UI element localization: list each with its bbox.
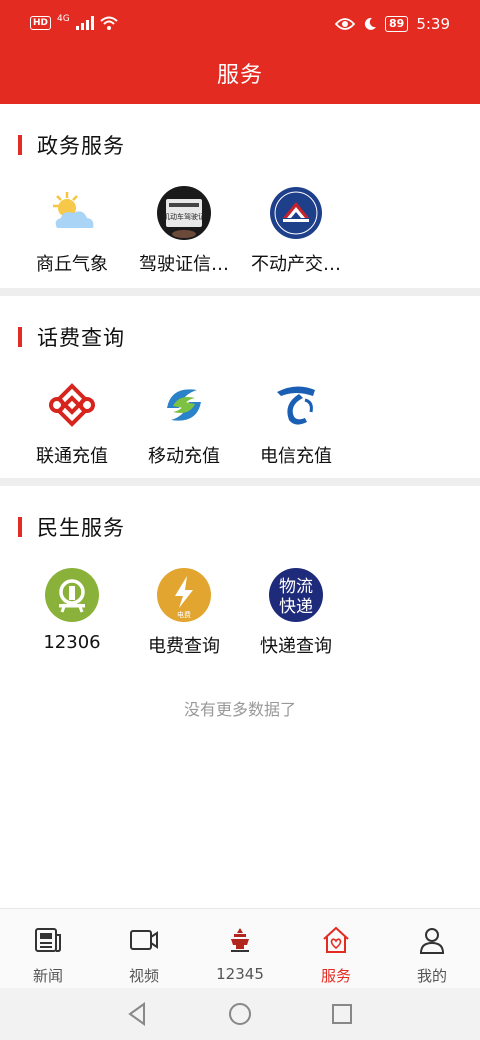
hd-badge: HD xyxy=(30,16,52,30)
service-electricity-query[interactable]: 电费 电费查询 xyxy=(128,568,240,668)
tile-label: 快递查询 xyxy=(260,636,332,657)
nav-tab-video[interactable]: 视频 xyxy=(96,909,192,989)
clock: 5:39 xyxy=(416,15,450,33)
service-unicom-recharge[interactable]: 联通充值 xyxy=(16,378,128,478)
railway-icon xyxy=(45,568,99,622)
electricity-icon: 电费 xyxy=(157,568,211,622)
back-icon[interactable] xyxy=(124,1000,152,1028)
home-icon[interactable] xyxy=(226,1000,254,1028)
section-title: 民生服务 xyxy=(37,516,125,540)
nav-label: 新闻 xyxy=(32,967,63,985)
nav-label: 视频 xyxy=(128,967,159,985)
express-icon-text-2: 快递 xyxy=(279,597,313,617)
section-government: 政务服务 商丘气象 机动车驾驶证 驾驶证信… 不动产交… xyxy=(0,104,480,288)
tile-label: 不动产交… xyxy=(251,254,341,275)
driver-license-icon: 机动车驾驶证 xyxy=(157,186,211,240)
tile-label: 电费查询 xyxy=(148,636,220,657)
section-header: 政务服务 xyxy=(18,130,125,160)
license-text: 机动车驾驶证 xyxy=(163,212,205,221)
real-estate-icon xyxy=(270,187,322,239)
service-express-query[interactable]: 物流 快递 快递查询 xyxy=(240,568,352,668)
nav-tab-service[interactable]: 服务 xyxy=(288,909,384,989)
eye-comfort-icon xyxy=(335,18,355,30)
battery-indicator: 89 xyxy=(385,16,409,32)
section-title: 政务服务 xyxy=(37,134,125,158)
section-title: 话费查询 xyxy=(37,326,125,350)
nav-tab-mine[interactable]: 我的 xyxy=(384,909,480,989)
service-weather[interactable]: 商丘气象 xyxy=(16,186,128,286)
china-mobile-icon xyxy=(167,389,201,421)
tile-label: 12306 xyxy=(43,632,101,653)
section-header: 民生服务 xyxy=(18,512,125,542)
service-mobile-recharge[interactable]: 移动充值 xyxy=(128,378,240,478)
section-livelihood: 民生服务 12306 电费 电费查询 物流 快递 快递查询 xyxy=(0,486,480,676)
status-right: 89 5:39 xyxy=(335,15,450,33)
hotline-icon xyxy=(231,928,249,952)
tile-label: 移动充值 xyxy=(148,446,220,467)
system-nav-bar xyxy=(0,988,480,1040)
service-driver-license[interactable]: 机动车驾驶证 驾驶证信… xyxy=(128,186,240,286)
express-icon: 物流 快递 xyxy=(269,568,323,622)
weather-icon xyxy=(53,192,94,228)
app-header: 服务 xyxy=(0,52,480,104)
section-accent-bar xyxy=(18,517,22,537)
no-more-data-text: 没有更多数据了 xyxy=(183,700,296,719)
section-accent-bar xyxy=(18,327,22,347)
home-heart-icon xyxy=(323,926,349,953)
service-real-estate[interactable]: 不动产交… xyxy=(240,186,352,286)
service-content: 政务服务 商丘气象 机动车驾驶证 驾驶证信… 不动产交… 话费查询 联通充值 移… xyxy=(0,104,480,908)
service-12306[interactable]: 12306 xyxy=(16,568,128,668)
page-title: 服务 xyxy=(216,63,263,88)
recents-icon[interactable] xyxy=(328,1000,356,1028)
news-icon xyxy=(35,928,61,952)
tile-label: 商丘气象 xyxy=(36,254,108,275)
moon-icon xyxy=(364,17,376,30)
china-telecom-icon xyxy=(277,386,315,425)
nav-tab-news[interactable]: 新闻 xyxy=(0,909,96,989)
status-left: HD 4G xyxy=(30,14,118,30)
tile-label: 驾驶证信… xyxy=(139,254,229,275)
tile-label: 联通充值 xyxy=(36,446,108,467)
nav-label: 服务 xyxy=(320,967,351,985)
bottom-nav: 新闻 视频 12345 服务 我的 xyxy=(0,908,480,988)
nav-label: 我的 xyxy=(416,967,447,985)
profile-icon xyxy=(419,928,445,954)
video-icon xyxy=(130,930,158,950)
section-phone-bill: 话费查询 联通充值 移动充值 电信充值 xyxy=(0,296,480,478)
electricity-icon-text: 电费 xyxy=(177,610,191,619)
section-accent-bar xyxy=(18,135,22,155)
section-header: 话费查询 xyxy=(18,322,125,352)
signal-icon xyxy=(75,16,94,30)
section-divider xyxy=(0,288,480,296)
service-telecom-recharge[interactable]: 电信充值 xyxy=(240,378,352,478)
tile-label: 电信充值 xyxy=(260,446,332,467)
express-icon-text-1: 物流 xyxy=(279,577,313,597)
nav-label: 12345 xyxy=(216,965,264,983)
section-divider xyxy=(0,478,480,486)
wifi-icon xyxy=(100,16,118,30)
china-unicom-icon xyxy=(49,383,95,427)
network-type: 4G xyxy=(57,14,70,24)
nav-tab-12345[interactable]: 12345 xyxy=(192,909,288,989)
status-bar: HD 4G 89 5:39 xyxy=(0,0,480,52)
